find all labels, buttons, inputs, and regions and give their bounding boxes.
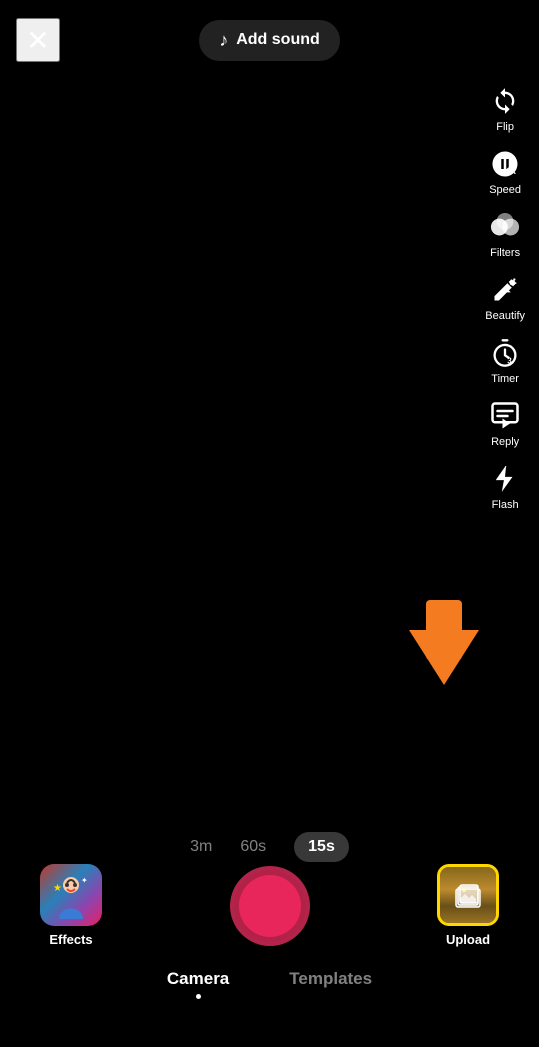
svg-text:★: ★: [53, 883, 62, 894]
bottom-nav: Camera Templates: [0, 969, 539, 999]
filters-label: Filters: [490, 247, 520, 259]
speed-icon: 1x: [488, 147, 522, 181]
reply-icon: [488, 399, 522, 433]
bottom-action-bar: ★ ✦ Effects Upload: [0, 864, 539, 947]
timer-icon: 3: [488, 336, 522, 370]
music-note-icon: ♪: [219, 30, 228, 51]
flash-label: Flash: [492, 499, 519, 511]
svg-text:✦: ✦: [81, 876, 88, 885]
svg-text:3: 3: [507, 356, 512, 365]
active-nav-dot: [196, 994, 201, 999]
beautify-tool[interactable]: Beautify: [479, 269, 531, 326]
flip-tool[interactable]: Flip: [482, 80, 528, 137]
record-inner: [239, 875, 301, 937]
speed-tool[interactable]: 1x Speed: [482, 143, 528, 200]
right-toolbar: Flip 1x Speed Filters: [479, 80, 531, 515]
upload-button[interactable]: Upload: [437, 864, 499, 947]
nav-camera[interactable]: Camera: [167, 969, 229, 999]
beautify-icon: [488, 273, 522, 307]
add-sound-label: Add sound: [236, 31, 320, 49]
duration-bar: 3m 60s 15s: [0, 832, 539, 862]
effects-icon-inner: ★ ✦: [40, 864, 102, 926]
flash-tool[interactable]: Flash: [482, 458, 528, 515]
nav-templates[interactable]: Templates: [289, 969, 372, 999]
duration-15s[interactable]: 15s: [294, 832, 349, 862]
flip-label: Flip: [496, 121, 514, 133]
record-button[interactable]: [230, 866, 310, 946]
arrow-annotation: [409, 630, 479, 685]
speed-label: Speed: [489, 184, 521, 196]
duration-60s[interactable]: 60s: [240, 838, 266, 856]
reply-label: Reply: [491, 436, 519, 448]
effects-button[interactable]: ★ ✦ Effects: [40, 864, 102, 947]
close-button[interactable]: ✕: [16, 18, 60, 62]
reply-tool[interactable]: Reply: [482, 395, 528, 452]
beautify-label: Beautify: [485, 310, 525, 322]
filters-tool[interactable]: Filters: [482, 206, 528, 263]
upload-label: Upload: [446, 932, 490, 947]
svg-text:1x: 1x: [506, 166, 516, 176]
add-sound-button[interactable]: ♪ Add sound: [199, 20, 340, 61]
duration-3m[interactable]: 3m: [190, 838, 212, 856]
upload-icon: [437, 864, 499, 926]
effects-label: Effects: [49, 932, 92, 947]
camera-label: Camera: [167, 969, 229, 989]
top-bar: ✕ ♪ Add sound: [0, 0, 539, 80]
filters-icon: [488, 210, 522, 244]
timer-tool[interactable]: 3 Timer: [482, 332, 528, 389]
arrow-down-icon: [409, 630, 479, 685]
flash-icon: [488, 462, 522, 496]
timer-label: Timer: [491, 373, 519, 385]
flip-icon: [488, 84, 522, 118]
upload-icon-inner: [452, 879, 484, 911]
templates-label: Templates: [289, 969, 372, 989]
effects-icon: ★ ✦: [40, 864, 102, 926]
